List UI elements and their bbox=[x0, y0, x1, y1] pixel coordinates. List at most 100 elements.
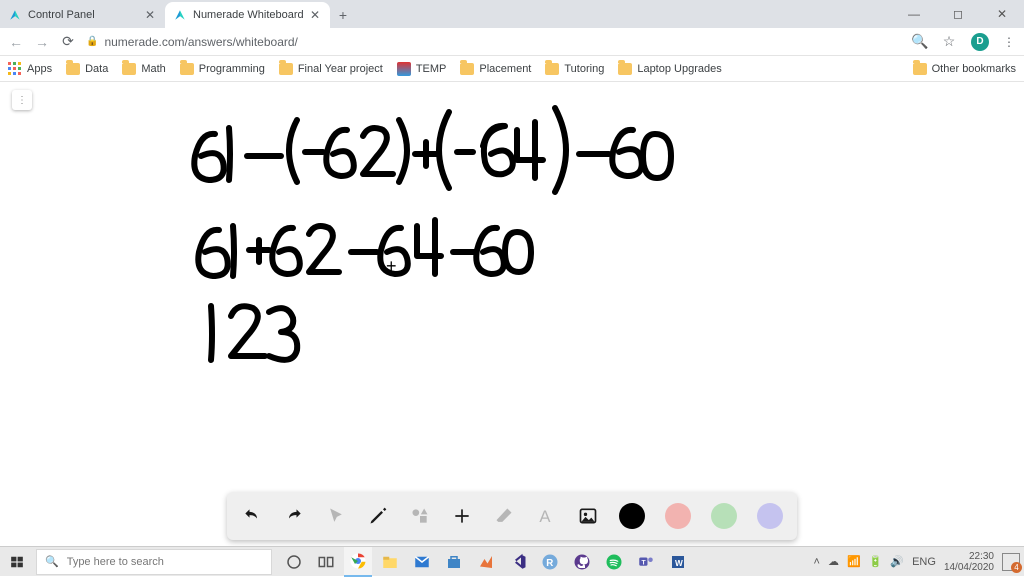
clock[interactable]: 22:30 14/04/2020 bbox=[944, 551, 994, 573]
close-icon[interactable]: ✕ bbox=[310, 8, 320, 22]
shapes-tool[interactable] bbox=[409, 505, 431, 527]
text-tool[interactable]: A bbox=[535, 505, 557, 527]
redo-button[interactable] bbox=[283, 505, 305, 527]
eraser-tool[interactable] bbox=[493, 505, 515, 527]
close-window-button[interactable]: ✕ bbox=[980, 0, 1024, 28]
tray-chevron-icon[interactable]: ˄ bbox=[814, 556, 820, 568]
star-icon[interactable]: ☆ bbox=[941, 33, 957, 50]
folder-icon bbox=[460, 63, 474, 75]
language-indicator[interactable]: ENG bbox=[912, 556, 936, 568]
bookmark-final-year-project[interactable]: Final Year project bbox=[279, 63, 383, 75]
bookmark-label: Programming bbox=[199, 63, 265, 75]
network-icon[interactable]: 📶 bbox=[847, 555, 861, 568]
bookmark-math[interactable]: Math bbox=[122, 63, 165, 75]
bookmark-label: Final Year project bbox=[298, 63, 383, 75]
folder-icon bbox=[279, 63, 293, 75]
github-icon[interactable] bbox=[568, 547, 596, 577]
bookmark-label: Math bbox=[141, 63, 165, 75]
teams-icon[interactable]: T bbox=[632, 547, 660, 577]
color-green[interactable] bbox=[711, 503, 737, 529]
search-placeholder: Type here to search bbox=[67, 556, 164, 568]
bookmark-programming[interactable]: Programming bbox=[180, 63, 265, 75]
profile-avatar[interactable]: D bbox=[971, 33, 989, 51]
bookmark-laptop-upgrades[interactable]: Laptop Upgrades bbox=[618, 63, 721, 75]
bookmark-label: Tutoring bbox=[564, 63, 604, 75]
bookmark-label: Placement bbox=[479, 63, 531, 75]
bookmark-temp[interactable]: TEMP bbox=[397, 62, 447, 76]
bookmark-placement[interactable]: Placement bbox=[460, 63, 531, 75]
vscode-icon[interactable] bbox=[504, 547, 532, 577]
search-icon: 🔍 bbox=[45, 555, 59, 568]
undo-button[interactable] bbox=[241, 505, 263, 527]
matlab-icon[interactable] bbox=[472, 547, 500, 577]
omnibox[interactable]: 🔒 numerade.com/answers/whiteboard/ bbox=[86, 35, 901, 49]
svg-text:W: W bbox=[675, 558, 683, 567]
color-red[interactable] bbox=[665, 503, 691, 529]
bookmarks-bar: Apps Data Math Programming Final Year pr… bbox=[0, 56, 1024, 82]
notification-badge: 4 bbox=[1011, 562, 1022, 573]
crosshair-cursor: + bbox=[386, 256, 397, 277]
whiteboard-canvas[interactable]: ⋮ bbox=[0, 82, 1024, 546]
forward-button[interactable]: → bbox=[34, 34, 50, 50]
color-black[interactable] bbox=[619, 503, 645, 529]
battery-icon[interactable]: 🔋 bbox=[869, 555, 883, 568]
task-view-icon[interactable] bbox=[312, 547, 340, 577]
url-text: numerade.com/answers/whiteboard/ bbox=[104, 35, 297, 49]
action-center-icon[interactable]: 4 bbox=[1002, 553, 1020, 571]
store-icon[interactable] bbox=[440, 547, 468, 577]
temp-icon bbox=[397, 62, 411, 76]
window-controls: — ◻ ✕ bbox=[892, 0, 1024, 28]
menu-button[interactable]: ⋮ bbox=[1003, 35, 1016, 49]
volume-icon[interactable]: 🔊 bbox=[890, 555, 904, 568]
tab-label: Numerade Whiteboard bbox=[193, 9, 304, 21]
chrome-icon[interactable] bbox=[344, 547, 372, 577]
bookmark-data[interactable]: Data bbox=[66, 63, 108, 75]
taskbar-search[interactable]: 🔍 Type here to search bbox=[36, 549, 272, 575]
back-button[interactable]: ← bbox=[8, 34, 24, 50]
word-icon[interactable]: W bbox=[664, 547, 692, 577]
apps-icon bbox=[8, 62, 22, 76]
whiteboard-toolbar: A bbox=[227, 492, 797, 540]
bookmark-other[interactable]: Other bookmarks bbox=[913, 63, 1016, 75]
image-tool[interactable] bbox=[577, 505, 599, 527]
pencil-tool[interactable] bbox=[367, 505, 389, 527]
bookmark-tutoring[interactable]: Tutoring bbox=[545, 63, 604, 75]
spotify-icon[interactable] bbox=[600, 547, 628, 577]
minimize-button[interactable]: — bbox=[892, 0, 936, 28]
maximize-button[interactable]: ◻ bbox=[936, 0, 980, 28]
tab-numerade-whiteboard[interactable]: Numerade Whiteboard ✕ bbox=[165, 2, 330, 28]
windows-taskbar: 🔍 Type here to search R T W ˄ ☁ 📶 🔋 🔊 EN… bbox=[0, 546, 1024, 576]
reload-button[interactable]: ⟳ bbox=[60, 33, 76, 50]
tab-control-panel[interactable]: Control Panel ✕ bbox=[0, 2, 165, 28]
file-explorer-icon[interactable] bbox=[376, 547, 404, 577]
browser-titlebar: Control Panel ✕ Numerade Whiteboard ✕ + … bbox=[0, 0, 1024, 28]
lock-icon: 🔒 bbox=[86, 36, 98, 47]
mail-icon[interactable] bbox=[408, 547, 436, 577]
svg-text:A: A bbox=[539, 507, 551, 526]
svg-text:R: R bbox=[546, 557, 553, 568]
system-tray: ˄ ☁ 📶 🔋 🔊 ENG 22:30 14/04/2020 4 bbox=[814, 551, 1024, 573]
zoom-icon[interactable]: 🔍 bbox=[911, 33, 927, 50]
tab-label: Control Panel bbox=[28, 9, 95, 21]
cortana-icon[interactable] bbox=[280, 547, 308, 577]
folder-icon bbox=[66, 63, 80, 75]
color-purple[interactable] bbox=[757, 503, 783, 529]
handwriting bbox=[185, 102, 705, 427]
clock-time: 22:30 bbox=[944, 551, 994, 562]
start-button[interactable] bbox=[0, 547, 34, 577]
new-tab-button[interactable]: + bbox=[330, 2, 356, 28]
clock-date: 14/04/2020 bbox=[944, 562, 994, 573]
close-icon[interactable]: ✕ bbox=[145, 8, 155, 22]
numerade-icon bbox=[8, 8, 22, 22]
rstudio-icon[interactable]: R bbox=[536, 547, 564, 577]
folder-icon bbox=[618, 63, 632, 75]
folder-icon bbox=[545, 63, 559, 75]
whiteboard-menu-button[interactable]: ⋮ bbox=[12, 90, 32, 110]
bookmark-apps[interactable]: Apps bbox=[8, 62, 52, 76]
onedrive-icon[interactable]: ☁ bbox=[828, 555, 839, 568]
address-bar: ← → ⟳ 🔒 numerade.com/answers/whiteboard/… bbox=[0, 28, 1024, 56]
bookmark-label: Data bbox=[85, 63, 108, 75]
pointer-tool[interactable] bbox=[325, 505, 347, 527]
bookmark-label: Laptop Upgrades bbox=[637, 63, 721, 75]
add-tool[interactable] bbox=[451, 505, 473, 527]
